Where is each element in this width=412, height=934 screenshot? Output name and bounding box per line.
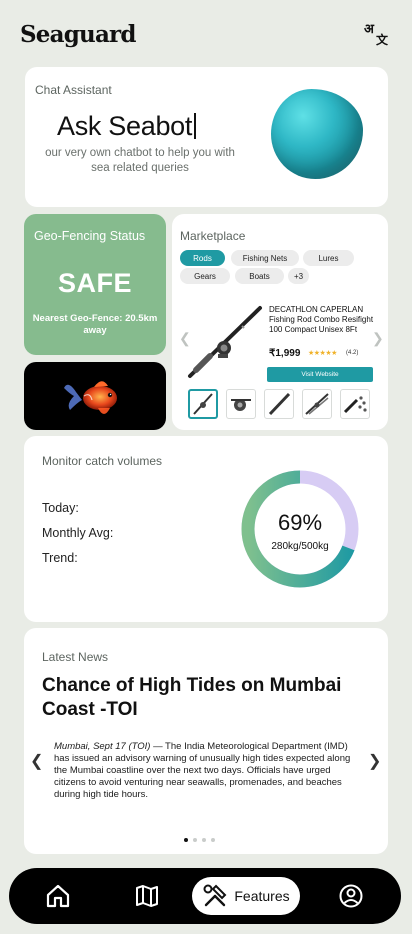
catch-percent: 69%	[277, 510, 323, 535]
chip-rods[interactable]: Rods	[180, 250, 225, 266]
chat-subtitle: our very own chatbot to help you with se…	[45, 147, 235, 174]
thumbnail-5[interactable]	[340, 389, 370, 419]
chip-fishing-nets[interactable]: Fishing Nets	[231, 250, 299, 266]
chip-more[interactable]: +3	[288, 268, 309, 284]
news-dateline: Mumbai, Sept 17 (TOI)	[54, 741, 151, 752]
geo-status: SAFE	[57, 268, 132, 298]
fish-image-card[interactable]	[24, 362, 166, 430]
svg-text:अ: अ	[364, 22, 375, 37]
trend-label: Trend:	[42, 551, 78, 565]
latest-news-label: Latest News	[42, 650, 109, 664]
news-prev-icon[interactable]: ❮	[30, 751, 43, 771]
page-dot-3[interactable]	[202, 838, 206, 842]
seabot-blob-image[interactable]	[271, 89, 363, 179]
chip-lures[interactable]: Lures	[303, 250, 354, 266]
page-dot-2[interactable]	[193, 838, 197, 842]
catch-amount: 280kg/500kg	[271, 541, 329, 552]
marketplace-label: Marketplace	[180, 229, 246, 243]
chip-boats[interactable]: Boats	[235, 268, 284, 284]
news-headline[interactable]: Chance of High Tides on Mumbai Coast -TO…	[42, 674, 372, 722]
geo-fencing-card[interactable]: Geo-Fencing Status SAFE Nearest Geo-Fenc…	[24, 214, 166, 355]
tools-icon	[203, 884, 227, 907]
features-button[interactable]: Features	[192, 877, 300, 915]
news-pagination	[184, 838, 215, 842]
product-price: ₹1,999	[269, 348, 301, 359]
chat-assistant-label: Chat Assistant	[35, 83, 112, 97]
thumbnail-3[interactable]	[264, 389, 294, 419]
geo-fencing-label: Geo-Fencing Status	[34, 229, 146, 243]
chat-assistant-card[interactable]: Chat Assistant Ask Seabot our very own c…	[25, 67, 388, 207]
page-dot-4[interactable]	[211, 838, 215, 842]
thumbnail-1[interactable]	[188, 389, 218, 419]
catch-volumes-label: Monitor catch volumes	[42, 454, 163, 468]
visit-website-button[interactable]: Visit Website	[267, 367, 373, 382]
today-label: Today:	[42, 501, 79, 515]
catch-volumes-card: Monitor catch volumes Today: Monthly Avg…	[24, 436, 388, 622]
thumbnail-4[interactable]	[302, 389, 332, 419]
features-label: Features	[234, 888, 290, 904]
top-bar: Seaguard अ 文	[0, 0, 412, 66]
language-icon[interactable]: अ 文	[362, 19, 390, 47]
map-icon[interactable]	[131, 880, 163, 912]
bottom-nav: Features	[9, 868, 401, 924]
home-icon[interactable]	[42, 880, 74, 912]
rating-stars: ★★★★★	[308, 350, 337, 357]
nearest-geofence: Nearest Geo-Fence: 20.5km away	[32, 313, 158, 336]
svg-text:文: 文	[376, 32, 389, 46]
profile-icon[interactable]	[335, 880, 367, 912]
product-name[interactable]: DECATHLON CAPERLAN Fishing Rod Combo Res…	[269, 305, 379, 335]
fishing-rod-image[interactable]	[180, 300, 264, 384]
chat-title: Ask Seabot	[57, 111, 196, 142]
news-body: Mumbai, Sept 17 (TOI) — The India Meteor…	[54, 741, 354, 801]
page-dot-1[interactable]	[184, 838, 188, 842]
latest-news-card: Latest News Chance of High Tides on Mumb…	[24, 628, 388, 854]
rating-value: (4.2)	[346, 350, 359, 356]
monthly-avg-label: Monthly Avg:	[42, 526, 114, 540]
app-logo: Seaguard	[20, 21, 136, 48]
thumbnail-2[interactable]	[226, 389, 256, 419]
marketplace-card: Marketplace Rods Fishing Nets Lures Gear…	[172, 214, 388, 430]
news-next-icon[interactable]: ❯	[368, 751, 381, 771]
goldfish-image	[64, 381, 117, 414]
chip-gears[interactable]: Gears	[180, 268, 230, 284]
